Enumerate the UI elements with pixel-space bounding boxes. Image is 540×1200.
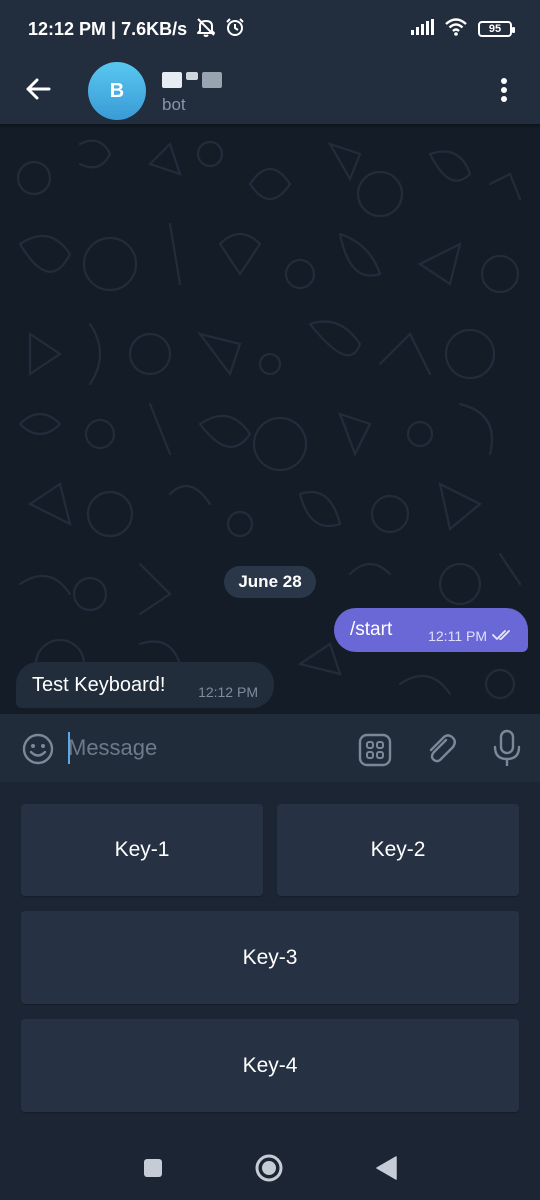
voice-record-button[interactable]	[488, 728, 526, 768]
mute-alarm-icon	[195, 17, 217, 42]
signal-icon	[410, 18, 434, 40]
keyboard-button-key-4[interactable]: Key-4	[21, 1019, 519, 1112]
battery-icon: 95	[478, 21, 515, 37]
home-circle-icon	[255, 1154, 283, 1182]
text-cursor	[68, 732, 70, 764]
emoji-button[interactable]	[20, 731, 56, 767]
wifi-icon	[444, 17, 468, 41]
back-arrow-icon	[25, 78, 51, 105]
home-button[interactable]	[253, 1152, 285, 1184]
redacted-block	[186, 72, 198, 80]
status-right: 95	[410, 17, 515, 41]
keyboard-button-key-2[interactable]: Key-2	[277, 804, 519, 896]
message-meta: 12:11 PM	[428, 628, 514, 644]
more-menu-button[interactable]	[486, 72, 522, 112]
status-time-speed: 12:12 PM | 7.6KB/s	[28, 18, 188, 39]
attach-icon	[429, 734, 456, 763]
back-button[interactable]	[0, 58, 76, 124]
system-nav-bar	[0, 1136, 540, 1200]
message-time: 12:12 PM	[198, 684, 258, 700]
avatar-letter: B	[109, 79, 125, 102]
mic-icon	[493, 729, 521, 766]
status-bar: 12:12 PM | 7.6KB/s 95	[0, 0, 540, 58]
recents-square-icon	[144, 1159, 162, 1177]
battery-level: 95	[488, 23, 502, 35]
key-label: Key-1	[114, 838, 170, 861]
screen: 12:12 PM | 7.6KB/s 95 B bot June 28 /sta…	[0, 0, 540, 1200]
redacted-block	[202, 72, 222, 88]
chat-header: B bot	[0, 58, 540, 124]
avatar[interactable]: B	[88, 62, 146, 120]
message-incoming[interactable]: Test Keyboard! 12:12 PM	[16, 662, 274, 708]
chat-status: bot	[162, 95, 186, 114]
key-label: Key-4	[242, 1053, 298, 1077]
message-input[interactable]	[68, 728, 338, 768]
message-time: 12:11 PM	[428, 628, 487, 644]
chat-area[interactable]: June 28 /start 12:11 PM Test Keyboard! 1…	[0, 124, 540, 714]
bot-keyboard-button[interactable]	[356, 731, 394, 769]
header-title-area[interactable]: bot	[162, 67, 222, 115]
status-left: 12:12 PM | 7.6KB/s	[28, 17, 245, 42]
attach-button[interactable]	[422, 730, 460, 768]
key-label: Key-2	[370, 838, 426, 861]
bot-keyboard-icon	[358, 733, 392, 767]
keyboard-button-key-3[interactable]: Key-3	[21, 911, 519, 1004]
system-back-button[interactable]	[370, 1152, 402, 1184]
back-triangle-icon	[376, 1156, 397, 1180]
message-outgoing[interactable]: /start 12:11 PM	[334, 608, 528, 652]
alarm-icon	[225, 17, 245, 42]
emoji-icon	[22, 733, 54, 765]
message-text: Test Keyboard!	[32, 673, 166, 696]
message-text: /start	[350, 619, 393, 640]
more-vert-icon	[500, 77, 508, 108]
recents-button[interactable]	[137, 1152, 169, 1184]
message-input-bar	[0, 714, 540, 782]
double-check-icon	[492, 628, 514, 644]
redacted-block	[162, 72, 182, 88]
chat-name-redacted	[162, 67, 222, 93]
date-label: June 28	[238, 572, 302, 591]
keyboard-button-key-1[interactable]: Key-1	[21, 804, 263, 896]
date-separator: June 28	[224, 566, 316, 598]
key-label: Key-3	[242, 945, 298, 969]
bot-reply-keyboard: Key-1 Key-2 Key-3 Key-4	[0, 782, 540, 1136]
